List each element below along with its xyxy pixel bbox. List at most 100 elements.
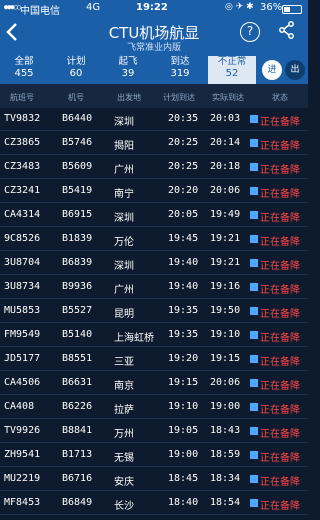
cell-actual: 20:18 (210, 161, 241, 172)
cell-actual: 19:10 (210, 329, 241, 340)
status-badge: 正在备降 (260, 141, 300, 152)
cell-reg: B5527 (62, 305, 93, 316)
tab-all[interactable]: 全部 455 (0, 56, 48, 80)
status-bar: ●●●○○ 中国电信 4G 19:22 ◎ ✈ ✱ 36% (0, 0, 308, 17)
cell-planned: 19:20 (168, 353, 199, 364)
cell-actual: 20:14 (210, 137, 241, 148)
cell-reg: B6915 (62, 209, 93, 220)
status-marker-icon (250, 379, 258, 387)
cell-actual: 20:03 (210, 113, 241, 124)
cell-reg: B1713 (62, 449, 93, 460)
column-header: 航班号 (10, 93, 34, 102)
table-row[interactable]: CZ3865 B5746 揭阳 20:25 20:14 正在备降 (0, 132, 308, 155)
column-header: 出发地 (117, 93, 141, 102)
carrier-label: 中国电信 (20, 6, 60, 17)
table-row[interactable]: 3U8734 B9936 广州 19:40 19:16 正在备降 (0, 276, 308, 299)
cell-reg: B6440 (62, 113, 93, 124)
departures-toggle-button[interactable]: 出 (285, 60, 305, 80)
cell-actual: 19:15 (210, 353, 241, 364)
cell-planned: 20:35 (168, 113, 199, 124)
status-badge: 正在备降 (260, 381, 300, 392)
status-marker-icon (250, 211, 258, 219)
cell-planned: 19:05 (168, 425, 199, 436)
cell-actual: 19:21 (210, 257, 241, 268)
table-row[interactable]: MU2219 B6716 安庆 18:45 18:34 正在备降 (0, 468, 308, 491)
cell-flight: CA408 (4, 401, 35, 412)
cell-origin: 深圳 (114, 261, 134, 272)
status-badge: 正在备降 (260, 477, 300, 488)
table-row[interactable]: 9C8526 B1839 万伦 19:45 19:21 正在备降 (0, 228, 308, 251)
tab-abnormal[interactable]: 不正常 52 (208, 56, 256, 84)
cell-actual: 20:06 (210, 185, 241, 196)
cell-reg: B5609 (62, 161, 93, 172)
status-marker-icon (250, 187, 258, 195)
tab-label: 计划 (66, 56, 86, 67)
table-row[interactable]: 3U8704 B6839 深圳 19:40 19:21 正在备降 (0, 252, 308, 275)
cell-reg: B6716 (62, 473, 93, 484)
tab-arrived[interactable]: 到达 319 (156, 56, 204, 80)
cell-flight: FM9549 (4, 329, 41, 340)
cell-origin: 深圳 (114, 117, 134, 128)
tab-count: 455 (14, 68, 34, 79)
cell-flight: MF8453 (4, 497, 41, 508)
cell-planned: 19:35 (168, 329, 199, 340)
cell-actual: 18:59 (210, 449, 241, 460)
status-badge: 正在备降 (260, 285, 300, 296)
table-row[interactable]: CZ3483 B5609 广州 20:25 20:18 正在备降 (0, 156, 308, 179)
cell-origin: 拉萨 (114, 405, 134, 416)
cell-origin: 安庆 (114, 477, 134, 488)
status-badge: 正在备降 (260, 501, 300, 512)
cell-planned: 20:25 (168, 137, 199, 148)
table-row[interactable]: FM9549 B5140 上海虹桥 19:35 19:10 正在备降 (0, 324, 308, 347)
cell-planned: 20:25 (168, 161, 199, 172)
cell-reg: B8551 (62, 353, 93, 364)
table-row[interactable]: JD5177 B8551 三亚 19:20 19:15 正在备降 (0, 348, 308, 371)
table-row[interactable]: TV9926 B8841 万州 19:05 18:43 正在备降 (0, 420, 308, 443)
status-marker-icon (250, 307, 258, 315)
cell-reg: B1839 (62, 233, 93, 244)
table-row[interactable]: MU5853 B5527 昆明 19:35 19:50 正在备降 (0, 300, 308, 323)
table-row[interactable]: MF8453 B6849 长沙 18:40 18:54 正在备降 (0, 492, 308, 515)
cell-reg: B5746 (62, 137, 93, 148)
cell-planned: 19:15 (168, 377, 199, 388)
cell-actual: 18:34 (210, 473, 241, 484)
table-row[interactable]: ZH9541 B1713 无锡 19:00 18:59 正在备降 (0, 444, 308, 467)
table-row[interactable]: CA4314 B6915 深圳 20:05 19:49 正在备降 (0, 204, 308, 227)
table-row[interactable]: CZ3241 B5419 南宁 20:20 20:06 正在备降 (0, 180, 308, 203)
status-badge: 正在备降 (260, 405, 300, 416)
cell-reg: B6226 (62, 401, 93, 412)
column-header: 实际到达 (212, 93, 244, 102)
cell-flight: TV9832 (4, 113, 41, 124)
cell-actual: 19:50 (210, 305, 241, 316)
cell-flight: JD5177 (4, 353, 41, 364)
cell-flight: CZ3483 (4, 161, 41, 172)
help-button[interactable]: ? (240, 22, 260, 42)
battery-percent: 36% (260, 2, 283, 13)
tab-departed[interactable]: 起飞 39 (104, 56, 152, 80)
arrivals-toggle-button[interactable]: 进 (262, 60, 282, 80)
back-icon[interactable] (6, 22, 18, 47)
cell-flight: TV9926 (4, 425, 41, 436)
table-row[interactable]: TV9832 B6440 深圳 20:35 20:03 正在备降 (0, 108, 308, 131)
tab-count: 60 (69, 68, 83, 79)
cell-origin: 三亚 (114, 357, 134, 368)
table-row[interactable]: CA408 B6226 拉萨 19:10 19:00 正在备降 (0, 396, 308, 419)
status-badge: 正在备降 (260, 213, 300, 224)
status-badge: 正在备降 (260, 453, 300, 464)
cell-flight: 3U8734 (4, 281, 41, 292)
cell-planned: 19:40 (168, 257, 199, 268)
cell-origin: 南京 (114, 381, 134, 392)
share-icon[interactable] (278, 21, 296, 43)
status-badge: 正在备降 (260, 333, 300, 344)
tab-label: 不正常 (217, 56, 247, 67)
tab-planned[interactable]: 计划 60 (52, 56, 100, 80)
app-header: ●●●○○ 中国电信 4G 19:22 ◎ ✈ ✱ 36% CTU机场航显 飞常… (0, 0, 308, 84)
tab-count: 39 (121, 68, 135, 79)
table-row[interactable]: CA4506 B6631 南京 19:15 20:06 正在备降 (0, 372, 308, 395)
cell-origin: 广州 (114, 165, 134, 176)
cell-origin: 广州 (114, 285, 134, 296)
cell-actual: 19:49 (210, 209, 241, 220)
cell-origin: 深圳 (114, 213, 134, 224)
column-header: 计划到达 (163, 93, 195, 102)
status-marker-icon (250, 355, 258, 363)
